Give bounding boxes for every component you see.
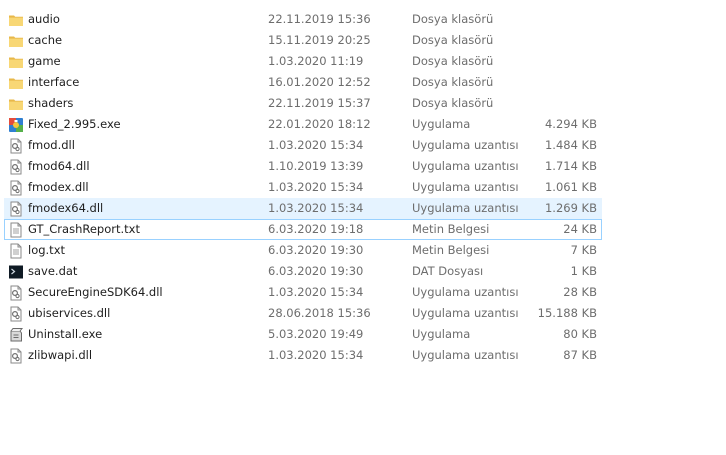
dll-icon <box>8 157 26 176</box>
file-row[interactable]: cache 15.11.2019 20:25 Dosya klasörü <box>4 30 602 51</box>
file-name: fmod64.dll <box>28 159 90 173</box>
file-name: save.dat <box>28 264 78 278</box>
file-row[interactable]: shaders 22.11.2019 15:37 Dosya klasörü <box>4 93 602 114</box>
file-name: log.txt <box>28 243 66 257</box>
file-name: Uninstall.exe <box>28 327 103 341</box>
file-size: 4.294 KB <box>544 117 597 131</box>
file-type: Uygulama uzantısı <box>412 306 519 320</box>
file-type: Uygulama <box>412 117 471 131</box>
file-date-modified: 1.03.2020 15:34 <box>268 348 364 362</box>
file-name: fmod.dll <box>28 138 75 152</box>
file-row[interactable]: interface 16.01.2020 12:52 Dosya klasörü <box>4 72 602 93</box>
dat-file-icon <box>8 262 26 281</box>
file-date-modified: 28.06.2018 15:36 <box>268 306 371 320</box>
file-size: 87 KB <box>563 348 597 362</box>
file-name: GT_CrashReport.txt <box>28 222 140 236</box>
file-row[interactable]: fmodex.dll 1.03.2020 15:34 Uygulama uzantı… <box>4 177 602 198</box>
file-date-modified: 22.11.2019 15:37 <box>268 96 371 110</box>
file-row[interactable]: log.txt 6.03.2020 19:30 Metin Belgesi 7 KB <box>4 240 602 261</box>
file-row[interactable]: Fixed_2.995.exe 22.01.2020 18:12 Uygulama 4… <box>4 114 602 135</box>
file-date-modified: 5.03.2020 19:49 <box>268 327 364 341</box>
file-type: Dosya klasörü <box>412 75 494 89</box>
file-date-modified: 6.03.2020 19:30 <box>268 243 364 257</box>
dll-icon <box>8 283 26 302</box>
file-type: Metin Belgesi <box>412 243 490 257</box>
file-date-modified: 1.03.2020 15:34 <box>268 285 364 299</box>
folder-icon <box>8 73 26 92</box>
file-size: 1.714 KB <box>544 159 597 173</box>
file-size: 80 KB <box>563 327 597 341</box>
file-size: 24 KB <box>563 222 597 236</box>
file-date-modified: 1.10.2019 13:39 <box>268 159 364 173</box>
file-type: Uygulama <box>412 327 471 341</box>
file-date-modified: 15.11.2019 20:25 <box>268 33 371 47</box>
file-type: Uygulama uzantısı <box>412 201 519 215</box>
folder-icon <box>8 31 26 50</box>
file-type: Dosya klasörü <box>412 96 494 110</box>
file-name: ubiservices.dll <box>28 306 111 320</box>
file-row[interactable]: audio 22.11.2019 15:36 Dosya klasörü <box>4 9 602 30</box>
file-size: 1.269 KB <box>544 201 597 215</box>
file-name: cache <box>28 33 63 47</box>
file-date-modified: 1.03.2020 15:34 <box>268 201 364 215</box>
dll-icon <box>8 346 26 365</box>
file-name: SecureEngineSDK64.dll <box>28 285 163 299</box>
file-name: game <box>28 54 61 68</box>
folder-icon <box>8 94 26 113</box>
file-row[interactable]: fmodex64.dll 1.03.2020 15:34 Uygulama uzan… <box>4 198 602 219</box>
file-row[interactable]: save.dat 6.03.2020 19:30 DAT Dosyası 1 KB <box>4 261 602 282</box>
file-date-modified: 22.11.2019 15:36 <box>268 12 371 26</box>
file-type: Uygulama uzantısı <box>412 180 519 194</box>
text-file-icon <box>8 220 26 239</box>
file-row[interactable]: Uninstall.exe 5.03.2020 19:49 Uygulama 80 K… <box>4 324 602 345</box>
file-row[interactable]: ubiservices.dll 28.06.2018 15:36 Uygulama … <box>4 303 602 324</box>
file-size: 15.188 KB <box>537 306 597 320</box>
file-row[interactable]: fmod64.dll 1.10.2019 13:39 Uygulama uzantı… <box>4 156 602 177</box>
dll-icon <box>8 304 26 323</box>
file-type: Dosya klasörü <box>412 33 494 47</box>
folder-icon <box>8 10 26 29</box>
file-date-modified: 1.03.2020 15:34 <box>268 138 364 152</box>
file-size: 28 KB <box>563 285 597 299</box>
file-type: Uygulama uzantısı <box>412 138 519 152</box>
file-type: Dosya klasörü <box>412 54 494 68</box>
file-row[interactable]: fmod.dll 1.03.2020 15:34 Uygulama uzantısı… <box>4 135 602 156</box>
file-type: Metin Belgesi <box>412 222 490 236</box>
file-type: Uygulama uzantısı <box>412 159 519 173</box>
file-name: audio <box>28 12 60 26</box>
file-name: interface <box>28 75 80 89</box>
text-file-icon <box>8 241 26 260</box>
file-size: 1 KB <box>570 264 597 278</box>
uninstall-icon <box>8 325 26 344</box>
file-date-modified: 1.03.2020 15:34 <box>268 180 364 194</box>
file-row[interactable]: zlibwapi.dll 1.03.2020 15:34 Uygulama uzan… <box>4 345 602 366</box>
file-name: Fixed_2.995.exe <box>28 117 121 131</box>
dll-icon <box>8 199 26 218</box>
file-date-modified: 6.03.2020 19:18 <box>268 222 364 236</box>
folder-icon <box>8 52 26 71</box>
file-row[interactable]: SecureEngineSDK64.dll 1.03.2020 15:34 Uygu… <box>4 282 602 303</box>
file-size: 7 KB <box>570 243 597 257</box>
app-colorful-icon <box>8 115 26 134</box>
file-date-modified: 1.03.2020 11:19 <box>268 54 364 68</box>
file-row[interactable]: game 1.03.2020 11:19 Dosya klasörü <box>4 51 602 72</box>
file-row[interactable]: GT_CrashReport.txt 6.03.2020 19:18 Metin B… <box>4 219 602 240</box>
file-date-modified: 6.03.2020 19:30 <box>268 264 364 278</box>
dll-icon <box>8 178 26 197</box>
file-name: fmodex64.dll <box>28 201 104 215</box>
dll-icon <box>8 136 26 155</box>
file-name: fmodex.dll <box>28 180 89 194</box>
file-type: Dosya klasörü <box>412 12 494 26</box>
file-type: DAT Dosyası <box>412 264 484 278</box>
file-name: zlibwapi.dll <box>28 348 93 362</box>
file-type: Uygulama uzantısı <box>412 285 519 299</box>
file-name: shaders <box>28 96 74 110</box>
file-date-modified: 22.01.2020 18:12 <box>268 117 371 131</box>
file-type: Uygulama uzantısı <box>412 348 519 362</box>
file-size: 1.484 KB <box>544 138 597 152</box>
file-size: 1.061 KB <box>544 180 597 194</box>
file-date-modified: 16.01.2020 12:52 <box>268 75 371 89</box>
